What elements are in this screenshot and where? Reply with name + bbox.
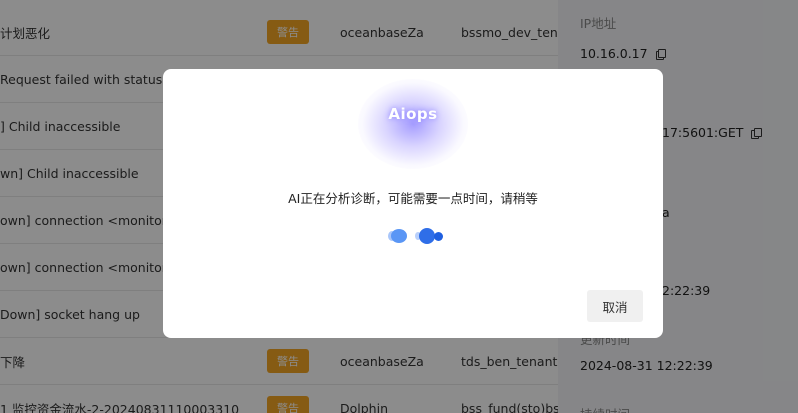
loading-message: AI正在分析诊断，可能需要一点时间，请稍等: [288, 191, 538, 206]
cancel-button[interactable]: 取消: [587, 290, 643, 322]
aiops-logo-glow: [358, 79, 468, 169]
loading-spinner-icon: [388, 227, 451, 245]
ai-diagnosis-modal: Aiops AI正在分析诊断，可能需要一点时间，请稍等 取消: [163, 69, 663, 338]
loader-dot: [419, 228, 435, 244]
loader-dot: [391, 229, 407, 243]
aiops-logo: Aiops: [388, 105, 438, 123]
loader-dot: [434, 232, 443, 241]
